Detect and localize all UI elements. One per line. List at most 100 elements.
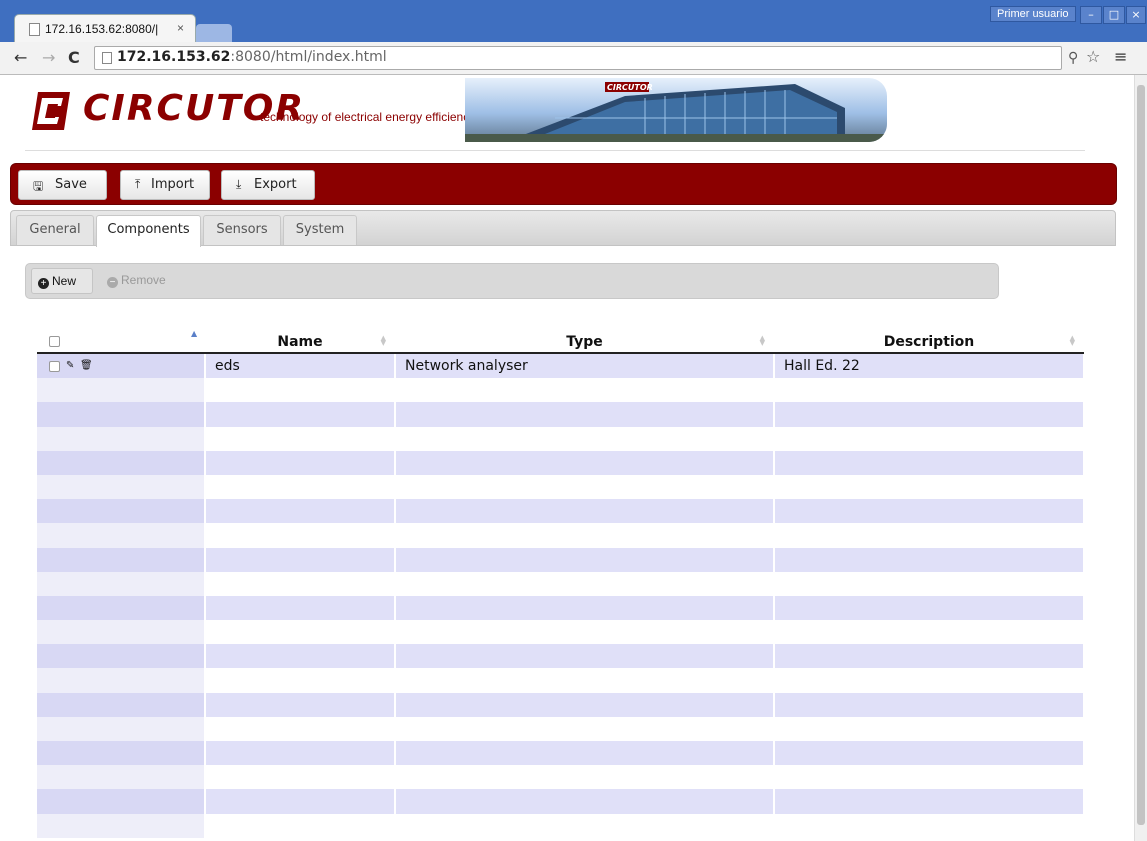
empty-cell	[775, 475, 1083, 499]
empty-cell	[396, 572, 773, 596]
bookmark-star-icon[interactable]: ☆	[1086, 47, 1100, 66]
empty-cell	[396, 789, 773, 814]
building-illustration: CIRCUTOR	[465, 82, 887, 142]
empty-cell	[206, 475, 394, 499]
tab-general[interactable]: General	[16, 215, 94, 245]
tab-sensors[interactable]: Sensors	[203, 215, 281, 245]
empty-cell	[206, 620, 394, 644]
select-all-header[interactable]: ▲	[37, 329, 204, 352]
empty-cell	[396, 523, 773, 547]
empty-cell	[206, 547, 394, 572]
component-description: Hall Ed. 22	[784, 358, 860, 374]
page-icon	[29, 23, 40, 36]
header-divider	[25, 150, 1085, 151]
key-icon[interactable]: ⚲	[1068, 50, 1078, 66]
url-input[interactable]: 172.16.153.62:8080/html/index.html	[94, 46, 1062, 70]
sort-icon: ▲ ▼	[759, 334, 765, 347]
back-arrow-icon[interactable]: ←	[14, 48, 27, 67]
empty-cell	[396, 668, 773, 692]
remove-button[interactable]: − Remove	[101, 268, 179, 292]
tab-system[interactable]: System	[283, 215, 357, 245]
url-host: 172.16.153.62	[117, 49, 231, 65]
import-button[interactable]: ⤒ Import	[120, 170, 210, 200]
empty-cell	[37, 644, 204, 669]
row-checkbox[interactable]	[49, 361, 60, 372]
browser-titlebar: 172.16.153.62:8080/| × Primer usuario – …	[0, 0, 1147, 43]
empty-cell	[396, 427, 773, 451]
empty-cell	[775, 427, 1083, 451]
empty-table-row	[37, 547, 1084, 572]
export-button[interactable]: ⤓ Export	[221, 170, 315, 200]
url-path: :8080/html/index.html	[230, 49, 387, 65]
empty-cell	[37, 692, 204, 717]
empty-table-row	[37, 644, 1084, 669]
close-window-button[interactable]: ×	[1126, 6, 1146, 24]
table-row[interactable]: ✎ 🗑 eds Network analyser Hall Ed. 22	[37, 354, 1084, 379]
circutor-logo-icon	[32, 92, 70, 130]
column-header-type[interactable]: Type ▲ ▼	[396, 329, 773, 352]
empty-cell	[396, 692, 773, 717]
column-type-label: Type	[566, 334, 603, 350]
empty-cell	[37, 813, 204, 838]
empty-cell	[37, 402, 204, 427]
menu-icon[interactable]: ≡	[1114, 47, 1127, 66]
empty-cell	[775, 450, 1083, 475]
empty-cell	[37, 474, 204, 500]
table-header-row: ▲ Name ▲ ▼ Type ▲ ▼ Description ▲ ▼	[37, 329, 1084, 354]
new-tab-button[interactable]	[196, 24, 232, 42]
select-all-checkbox[interactable]	[49, 336, 60, 347]
maximize-button[interactable]: □	[1103, 6, 1125, 24]
empty-table-row	[37, 402, 1084, 427]
empty-cell	[396, 717, 773, 741]
empty-cell	[206, 814, 394, 838]
column-header-description[interactable]: Description ▲ ▼	[775, 329, 1083, 352]
page-icon	[102, 52, 112, 64]
browser-tab[interactable]: 172.16.153.62:8080/| ×	[14, 14, 196, 43]
download-icon: ⤓	[236, 177, 242, 191]
empty-cell	[775, 402, 1083, 427]
empty-table-row	[37, 499, 1084, 524]
page-scrollbar[interactable]	[1134, 75, 1147, 841]
empty-cell	[206, 402, 394, 427]
user-profile-button[interactable]: Primer usuario	[990, 6, 1076, 22]
address-bar: ← → C 172.16.153.62:8080/html/index.html…	[0, 42, 1147, 75]
new-label: New	[52, 274, 77, 288]
empty-table-row	[37, 813, 1084, 838]
components-table: ▲ Name ▲ ▼ Type ▲ ▼ Description ▲ ▼ ✎ 🗑 eds…	[37, 329, 1084, 838]
components-toolbar: + New − Remove	[25, 263, 999, 299]
save-button[interactable]: 🖫 Save	[18, 170, 107, 200]
save-label: Save	[55, 177, 87, 192]
empty-cell	[396, 765, 773, 789]
empty-cell	[37, 741, 204, 766]
empty-table-row	[37, 668, 1084, 693]
reload-icon[interactable]: C	[68, 48, 80, 67]
empty-cell	[37, 523, 204, 548]
empty-table-row	[37, 765, 1084, 790]
empty-table-row	[37, 741, 1084, 766]
export-label: Export	[254, 177, 297, 192]
minimize-button[interactable]: –	[1080, 6, 1102, 24]
empty-cell	[775, 789, 1083, 814]
empty-cell	[775, 814, 1083, 838]
empty-cell	[396, 595, 773, 621]
column-header-name[interactable]: Name ▲ ▼	[206, 329, 394, 352]
empty-cell	[396, 402, 773, 427]
new-button[interactable]: + New	[31, 268, 93, 294]
building-banner-image: CIRCUTOR	[465, 78, 887, 142]
empty-table-row	[37, 692, 1084, 717]
scrollbar-thumb[interactable]	[1137, 85, 1145, 825]
forward-arrow-icon[interactable]: →	[42, 48, 55, 67]
tab-close-icon[interactable]: ×	[177, 21, 184, 35]
plus-circle-icon: +	[38, 278, 49, 289]
banner-sign: CIRCUTOR	[607, 83, 653, 92]
empty-cell	[396, 620, 773, 644]
pencil-icon[interactable]: ✎	[66, 354, 74, 378]
cell-type: Network analyser	[396, 354, 773, 379]
empty-cell	[775, 499, 1083, 524]
tab-components[interactable]: Components	[96, 215, 201, 247]
column-description-label: Description	[883, 334, 975, 350]
empty-cell	[775, 547, 1083, 572]
trash-icon[interactable]: 🗑	[80, 354, 93, 378]
sort-asc-icon: ▲	[191, 329, 198, 338]
tagline: technology of electrical energy efficien…	[260, 110, 476, 124]
